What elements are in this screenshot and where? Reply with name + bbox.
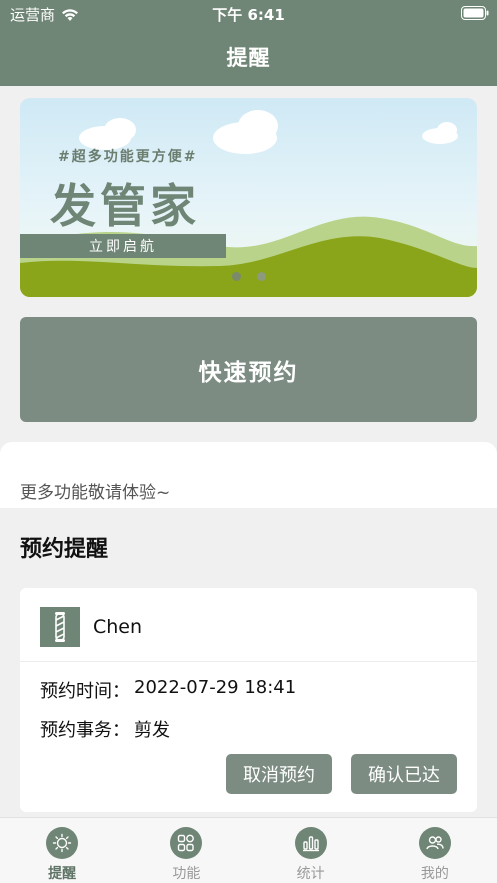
notice-text: 更多功能敬请体验~: [20, 483, 171, 503]
reminder-card-header: Chen: [20, 588, 477, 662]
status-bar: 运营商 下午 6:41: [0, 0, 497, 28]
header: 运营商 下午 6:41 提醒: [0, 0, 497, 86]
quick-booking-button[interactable]: 快速预约: [20, 317, 477, 422]
banner-tagline: #超多功能更方便#: [58, 149, 198, 165]
tab-features-label: 功能: [172, 866, 201, 882]
carousel-dot-2[interactable]: [256, 272, 266, 281]
users-icon: [418, 827, 451, 859]
grid-icon: [170, 827, 203, 859]
app-screen: 运营商 下午 6:41 提醒 #超多功能更方便# 发管家 立即启航 快速预约 更…: [0, 0, 497, 883]
battery-icon: [461, 6, 489, 20]
page-title: 提醒: [226, 46, 271, 70]
cancel-appointment-button[interactable]: 取消预约: [226, 754, 332, 794]
appointment-time-row: 预约时间： 2022-07-29 18:41: [40, 677, 296, 703]
section-title: 预约提醒: [20, 537, 109, 562]
notice-card: 更多功能敬请体验~: [0, 442, 497, 508]
carousel-dot-1[interactable]: [231, 272, 241, 281]
confirm-arrival-button[interactable]: 确认已达: [351, 754, 457, 794]
tab-reminders[interactable]: 提醒: [0, 818, 124, 883]
tab-statistics-label: 统计: [296, 866, 325, 882]
tab-statistics[interactable]: 统计: [249, 818, 373, 883]
banner-title: 发管家: [50, 179, 200, 233]
carousel-indicator: [20, 272, 477, 281]
tab-bar: 提醒 功能 统计 我的: [0, 817, 497, 883]
status-time: 下午 6:41: [212, 6, 285, 24]
tab-features[interactable]: 功能: [124, 818, 248, 883]
reminder-card: Chen 预约时间： 2022-07-29 18:41 预约事务： 剪发 取消预…: [20, 588, 477, 812]
sun-icon: [46, 827, 79, 859]
banner-cta-button[interactable]: 立即启航: [20, 234, 226, 258]
appointment-task-label: 预约事务：: [40, 720, 130, 741]
appointment-task-value: 剪发: [134, 720, 170, 741]
appointment-task-row: 预约事务： 剪发: [40, 716, 170, 742]
appointment-time-value: 2022-07-29 18:41: [134, 677, 297, 698]
tab-reminders-label: 提醒: [48, 866, 77, 882]
appointment-time-label: 预约时间：: [40, 681, 130, 702]
tab-profile-label: 我的: [420, 866, 449, 882]
barber-pole-icon: [40, 607, 80, 647]
bar-chart-icon: [294, 827, 327, 859]
banner-carousel[interactable]: #超多功能更方便# 发管家 立即启航: [20, 98, 477, 297]
tab-profile[interactable]: 我的: [373, 818, 497, 883]
customer-name: Chen: [93, 616, 143, 638]
